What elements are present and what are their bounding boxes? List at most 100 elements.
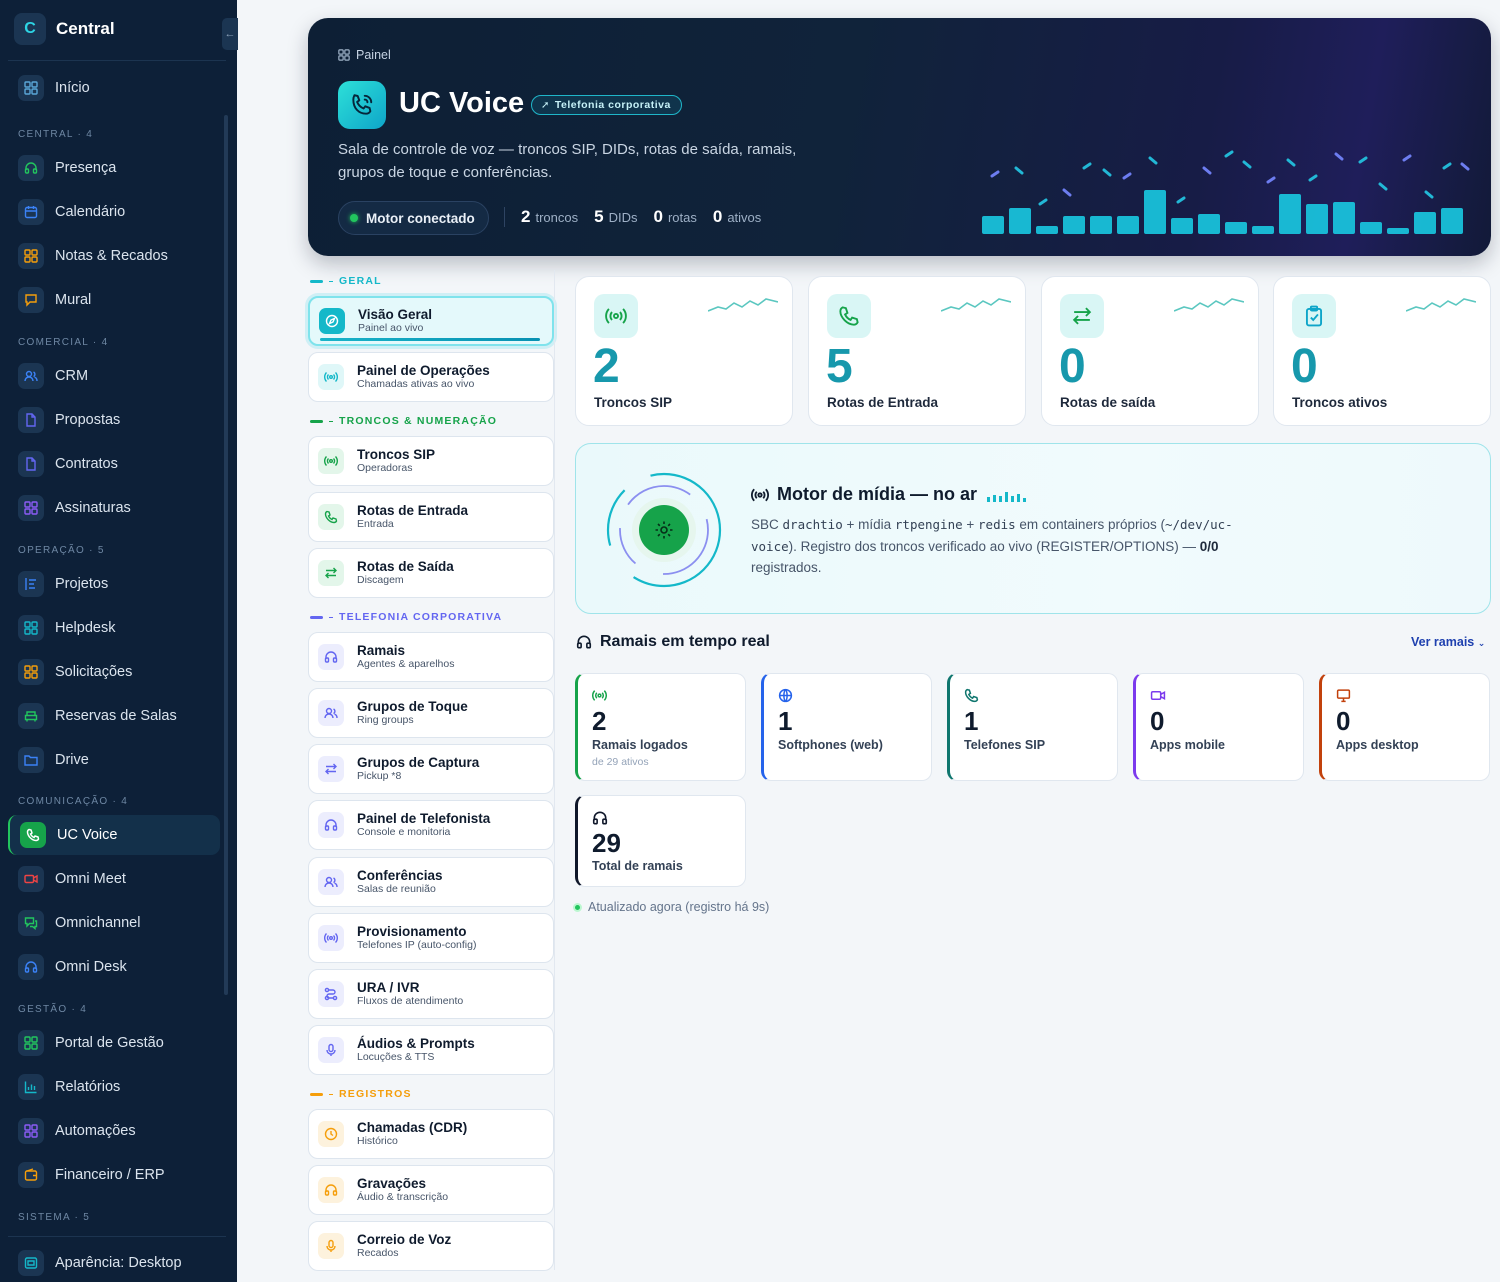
subnav-item-rotas-saida[interactable]: Rotas de Saída Discagem <box>308 548 554 598</box>
media-engine-title-row: Motor de mídia — no ar <box>751 484 1029 505</box>
sidebar-item-label: UC Voice <box>57 827 118 843</box>
clock-icon <box>318 1121 344 1147</box>
brand[interactable]: C Central <box>14 13 115 45</box>
sidebar-item-inicio[interactable]: Início <box>8 68 220 108</box>
headset-icon <box>576 635 592 649</box>
sidebar-group-gestao: GESTÃO · 4 <box>18 1004 88 1015</box>
page-description: Sala de controle de voz — troncos SIP, D… <box>338 141 797 181</box>
subnav-item-title: URA / IVR <box>357 980 420 995</box>
sidebar-item-omni-meet[interactable]: Omni Meet <box>8 859 220 899</box>
phone-icon <box>318 504 344 530</box>
kpi-card-rotas-saida[interactable]: 0 Rotas de saída <box>1041 276 1259 426</box>
sidebar-item-presenca[interactable]: Presença <box>8 148 220 188</box>
extension-card-apps-mobile[interactable]: 0 Apps mobile <box>1133 673 1304 781</box>
sidebar-item-calendario[interactable]: Calendário <box>8 192 220 232</box>
registered-count: 0/0 <box>1199 538 1219 554</box>
sidebar-item-solicitacoes[interactable]: Solicitações <box>8 652 220 692</box>
kpi-card-rotas-entrada[interactable]: 5 Rotas de Entrada <box>808 276 1026 426</box>
sidebar-item-projetos[interactable]: Projetos <box>8 564 220 604</box>
sidebar-item-helpdesk[interactable]: Helpdesk <box>8 608 220 648</box>
equalizer-dash <box>1286 158 1296 167</box>
clipboard-icon <box>1292 294 1336 338</box>
equalizer-bar <box>1090 216 1112 234</box>
subnav-item-provisionamento[interactable]: Provisionamento Telefones IP (auto-config… <box>308 913 554 963</box>
subnav-item-subtitle: Ring groups <box>357 714 414 726</box>
sidebar-item-omnichannel[interactable]: Omnichannel <box>8 903 220 943</box>
equalizer-dash <box>1358 156 1368 164</box>
stat-value: 2 <box>521 207 531 226</box>
sidebar-item-aparencia[interactable]: Aparência: Desktop <box>8 1243 220 1282</box>
kpi-label: Rotas de Entrada <box>827 395 939 410</box>
collapse-sidebar-button[interactable]: ← <box>222 18 238 50</box>
desc-text: + mídia <box>842 517 895 532</box>
subnav-item-troncos-sip[interactable]: Troncos SIP Operadoras <box>308 436 554 486</box>
sidebar-item-omni-desk[interactable]: Omni Desk <box>8 947 220 987</box>
desc-text: registrados. <box>751 560 822 575</box>
equalizer-dash <box>1062 188 1072 197</box>
broadcast-icon <box>594 294 638 338</box>
equalizer-dash <box>1176 196 1186 204</box>
equalizer-dash <box>1014 166 1024 175</box>
sofa-icon <box>18 703 44 729</box>
subnav-item-ramais[interactable]: Ramais Agentes & aparelhos <box>308 632 554 682</box>
file-icon <box>18 407 44 433</box>
extension-card-total[interactable]: 29 Total de ramais <box>575 795 746 887</box>
subnav-item-gravacoes[interactable]: Gravações Áudio & transcrição <box>308 1165 554 1215</box>
sidebar-item-assinaturas[interactable]: Assinaturas <box>8 488 220 528</box>
subnav-item-title: Correio de Voz <box>357 1232 452 1247</box>
video-icon <box>1150 690 1166 701</box>
equalizer-dash <box>1148 156 1158 165</box>
group-marker <box>329 420 333 422</box>
divider <box>504 207 505 227</box>
extension-value: 1 <box>964 706 979 736</box>
sidebar-item-propostas[interactable]: Propostas <box>8 400 220 440</box>
desc-text: em containers próprios ( <box>1015 517 1165 532</box>
extension-label: Apps mobile <box>1150 738 1226 752</box>
sidebar-item-crm[interactable]: CRM <box>8 356 220 396</box>
extension-card-softphones[interactable]: 1 Softphones (web) <box>761 673 932 781</box>
phone-icon <box>338 81 386 129</box>
sidebar-item-automacoes[interactable]: Automações <box>8 1111 220 1151</box>
extension-card-logados[interactable]: 2 Ramais logados de 29 ativos <box>575 673 746 781</box>
sidebar-item-relatorios[interactable]: Relatórios <box>8 1067 220 1107</box>
sidebar-scrollbar[interactable] <box>224 115 228 995</box>
subnav-item-painel-operacoes[interactable]: Painel de Operações Chamadas ativas ao vi… <box>308 352 554 402</box>
sidebar-item-mural[interactable]: Mural <box>8 280 220 320</box>
subnav-item-correio-voz[interactable]: Correio de Voz Recados <box>308 1221 554 1271</box>
arrows-icon <box>1060 294 1104 338</box>
sidebar-item-uc-voice[interactable]: UC Voice <box>8 815 220 855</box>
breadcrumb[interactable]: Painel <box>338 48 391 62</box>
hero-banner: Painel UC Voice ➚ Telefonia corporativa … <box>308 18 1491 256</box>
globe-icon <box>778 688 793 703</box>
subnav-item-rotas-entrada[interactable]: Rotas de Entrada Entrada <box>308 492 554 542</box>
sidebar-item-reservas[interactable]: Reservas de Salas <box>8 696 220 736</box>
sidebar-item-notas[interactable]: Notas & Recados <box>8 236 220 276</box>
sidebar-item-portal-gestao[interactable]: Portal de Gestão <box>8 1023 220 1063</box>
subnav-item-grupos-captura[interactable]: Grupos de Captura Pickup *8 <box>308 744 554 794</box>
sidebar-item-drive[interactable]: Drive <box>8 740 220 780</box>
sidebar-item-contratos[interactable]: Contratos <box>8 444 220 484</box>
subnav-item-audios-prompts[interactable]: Áudios & Prompts Locuções & TTS <box>308 1025 554 1075</box>
headset-icon <box>318 644 344 670</box>
extension-value: 2 <box>592 706 607 736</box>
extension-card-telefones-sip[interactable]: 1 Telefones SIP <box>947 673 1118 781</box>
subnav-group-telefonia: TELEFONIA CORPORATIVA <box>310 611 502 623</box>
stat-label: ativos <box>727 210 762 225</box>
see-extensions-link[interactable]: Ver ramais ⌄ <box>1411 635 1485 649</box>
subnav-item-visao-geral[interactable]: Visão Geral Painel ao vivo <box>308 296 554 346</box>
kpi-card-troncos-ativos[interactable]: 0 Troncos ativos <box>1273 276 1491 426</box>
audio-equalizer-graphic <box>982 150 1470 234</box>
subnav-item-ura-ivr[interactable]: URA / IVR Fluxos de atendimento <box>308 969 554 1019</box>
subnav-item-grupos-toque[interactable]: Grupos de Toque Ring groups <box>308 688 554 738</box>
subnav-item-subtitle: Chamadas ativas ao vivo <box>357 378 475 390</box>
subnav-item-painel-telefonista[interactable]: Painel de Telefonista Console e monitoria <box>308 800 554 850</box>
sidebar-item-financeiro[interactable]: Financeiro / ERP <box>8 1155 220 1195</box>
group-marker <box>310 419 323 423</box>
users-icon <box>318 869 344 895</box>
kpi-card-troncos-sip[interactable]: 2 Troncos SIP <box>575 276 793 426</box>
sidebar-item-label: Omni Desk <box>55 959 127 975</box>
extension-card-apps-desktop[interactable]: 0 Apps desktop <box>1319 673 1490 781</box>
headset-icon <box>318 1177 344 1203</box>
subnav-item-chamadas-cdr[interactable]: Chamadas (CDR) Histórico <box>308 1109 554 1159</box>
subnav-item-conferencias[interactable]: Conferências Salas de reunião <box>308 857 554 907</box>
